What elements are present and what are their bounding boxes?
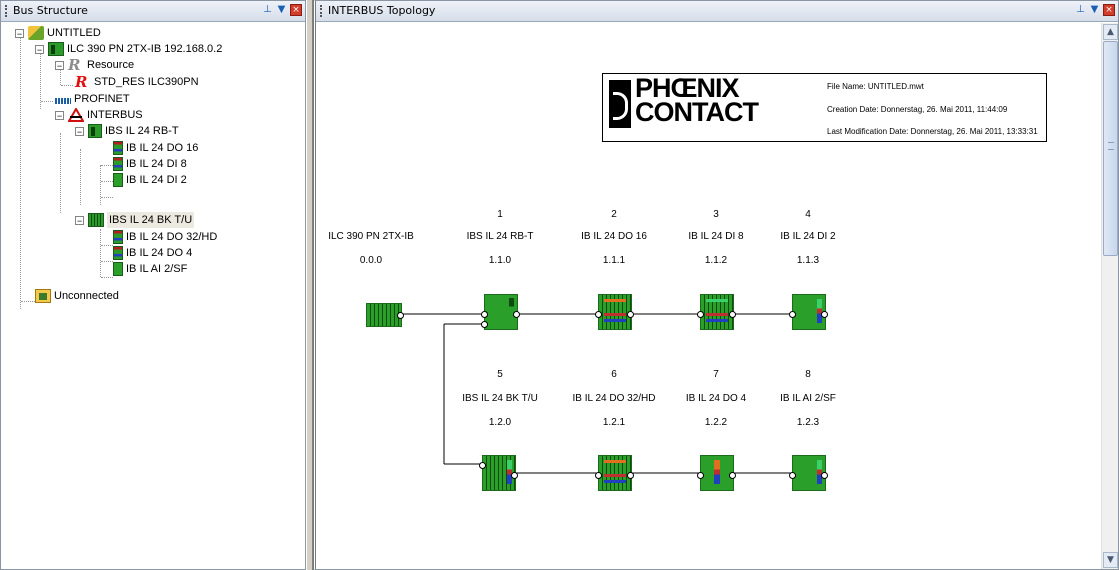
dropdown-icon[interactable]: ▼	[276, 4, 287, 16]
port-icon	[397, 312, 404, 319]
tree-label: STD_RES ILC390PN	[94, 76, 199, 88]
io-module-icon	[113, 141, 123, 155]
scroll-up-icon[interactable]: ▲	[1103, 24, 1118, 40]
panel-title: INTERBUS Topology	[328, 4, 436, 17]
device-ib-il-ai-2-sf[interactable]	[789, 455, 828, 491]
tree-node-interbus[interactable]: − INTERBUS	[55, 107, 143, 123]
panel-splitter[interactable]	[306, 0, 313, 570]
tree-node-resource[interactable]: − R Resource	[55, 57, 134, 73]
collapse-icon[interactable]: −	[75, 126, 84, 136]
resource-icon: R	[68, 56, 81, 74]
tree-label: UNTITLED	[47, 27, 101, 39]
tree-label: IB IL 24 DI 2	[126, 174, 187, 186]
controller-device[interactable]	[366, 303, 404, 327]
tree-label: IBS IL 24 RB-T	[105, 125, 179, 137]
tree-label: PROFINET	[74, 93, 130, 105]
tree-node-rb[interactable]: − IBS IL 24 RB-T	[75, 123, 179, 139]
collapse-icon[interactable]: −	[55, 110, 64, 120]
device-address: 1.2.3	[796, 417, 820, 428]
device-ibs-il-24-rb-t[interactable]	[481, 294, 520, 330]
dropdown-icon[interactable]: ▼	[1089, 4, 1100, 16]
resource-r-icon: R	[75, 73, 88, 91]
controller-name: ILC 390 PN 2TX-IB	[328, 231, 414, 242]
tree-node-bk[interactable]: − IBS IL 24 BK T/U	[75, 212, 195, 228]
topology-titlebar: INTERBUS Topology ⊥ ▼ ×	[316, 1, 1118, 22]
bus-structure-panel: Bus Structure ⊥ ▼ × − UNTITLED − ILC 390…	[0, 0, 306, 570]
tree-label: IB IL 24 DI 8	[126, 158, 187, 170]
tree-node-profinet[interactable]: PROFINET	[55, 91, 130, 107]
module-icon	[88, 124, 102, 138]
device-name: IB IL AI 2/SF	[780, 393, 836, 404]
tree-label: IB IL AI 2/SF	[126, 263, 188, 275]
tree-node-rb-child[interactable]: IB IL 24 DI 8	[113, 156, 187, 172]
tree-label: IB IL 24 DO 16	[126, 142, 199, 154]
tree-label: INTERBUS	[87, 109, 143, 121]
unconnected-icon	[35, 289, 51, 303]
io-module-icon	[113, 173, 123, 187]
project-icon	[28, 26, 44, 40]
close-icon[interactable]: ×	[1103, 4, 1115, 16]
io-module-icon	[113, 230, 123, 244]
tree-label: IB IL 24 DO 32/HD	[126, 231, 218, 243]
tree-node-bk-child[interactable]: IB IL 24 DO 4	[113, 245, 192, 261]
interbus-icon	[67, 107, 85, 122]
tree-node-bk-child[interactable]: IB IL AI 2/SF	[113, 261, 187, 277]
device-number: 8	[805, 369, 811, 380]
collapse-icon[interactable]: −	[35, 44, 44, 54]
interbus-topology-panel: INTERBUS Topology ⊥ ▼ × PHŒNIX CONTACT F…	[313, 0, 1119, 570]
device-ib-il-24-di-8[interactable]	[697, 294, 736, 330]
profinet-icon	[55, 98, 71, 104]
tree-label: ILC 390 PN 2TX-IB 192.168.0.2	[67, 43, 223, 55]
scroll-thumb[interactable]	[1103, 41, 1118, 256]
tree-node-std-res[interactable]: R STD_RES ILC390PN	[75, 74, 199, 90]
io-module-icon	[113, 157, 123, 171]
tree-node-unconnected[interactable]: Unconnected	[35, 288, 119, 304]
tree-node-project[interactable]: − UNTITLED	[15, 25, 101, 41]
device-ib-il-24-di-2[interactable]	[789, 294, 828, 330]
device-ibs-il-24-bk-tu[interactable]	[479, 455, 518, 491]
collapse-icon[interactable]: −	[15, 28, 24, 38]
collapse-icon[interactable]: −	[75, 215, 84, 225]
io-module-icon	[113, 246, 123, 260]
collapse-icon[interactable]: −	[55, 60, 64, 70]
controller-address: 0.0.0	[359, 255, 383, 266]
grip-icon	[320, 5, 325, 17]
tree-label: IB IL 24 DO 4	[126, 247, 193, 259]
grip-icon	[5, 5, 10, 17]
close-icon[interactable]: ×	[290, 4, 302, 16]
scroll-down-icon[interactable]: ▼	[1103, 552, 1118, 568]
device-address: 1.1.3	[796, 255, 820, 266]
device-name: IB IL 24 DI 2	[780, 231, 836, 242]
tree-node-rb-child[interactable]: IB IL 24 DI 2	[113, 172, 187, 188]
controller-icon	[48, 42, 64, 56]
vertical-scrollbar[interactable]: ▲ ▼	[1101, 23, 1118, 569]
topology-canvas[interactable]: PHŒNIX CONTACT File Name: UNTITLED.mwt C…	[316, 23, 1100, 569]
tree-label: IBS IL 24 BK T/U	[107, 212, 195, 228]
pin-icon[interactable]: ⊥	[1075, 4, 1086, 16]
pin-icon[interactable]: ⊥	[262, 4, 273, 16]
device-number: 4	[805, 209, 811, 220]
tree-node-rb-child[interactable]: IB IL 24 DO 16	[113, 140, 198, 156]
tree-node-bk-child[interactable]: IB IL 24 DO 32/HD	[113, 229, 217, 245]
device-ib-il-24-do-4[interactable]	[697, 455, 736, 491]
module-icon	[88, 213, 104, 227]
device-ib-il-24-do-16[interactable]	[595, 294, 634, 330]
tree-node-controller[interactable]: − ILC 390 PN 2TX-IB 192.168.0.2	[35, 41, 222, 57]
tree-label: Resource	[87, 59, 135, 71]
tree-label: Unconnected	[54, 290, 119, 302]
panel-title: Bus Structure	[13, 4, 88, 17]
bus-structure-titlebar: Bus Structure ⊥ ▼ ×	[1, 1, 305, 22]
io-module-icon	[113, 262, 123, 276]
device-ib-il-24-do-32-hd[interactable]	[595, 455, 634, 491]
